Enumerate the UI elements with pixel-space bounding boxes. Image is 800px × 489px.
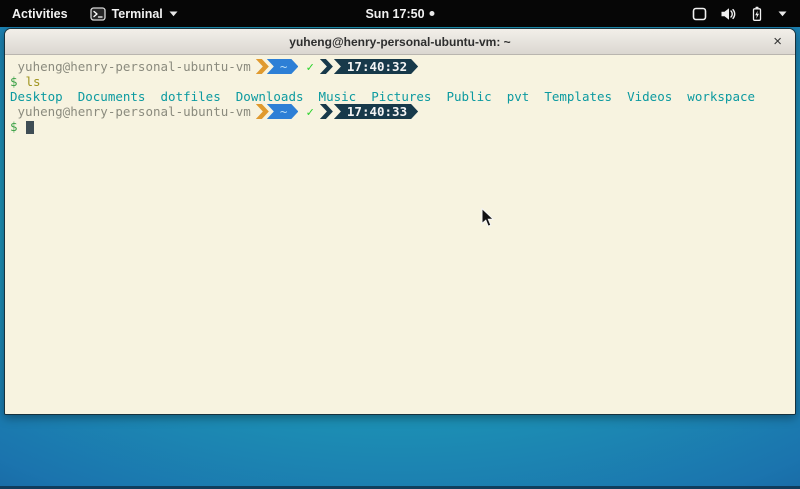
powerline-arrow-icon: [256, 59, 269, 74]
chevron-down-icon: [169, 11, 178, 17]
display-icon: [692, 7, 707, 21]
status-check-icon: ✓: [306, 104, 314, 119]
activities-button[interactable]: Activities: [0, 0, 80, 27]
prompt-line: yuheng@henry-personal-ubuntu-vm ~ ✓ 17:4…: [10, 104, 790, 119]
powerline-arrow-icon: [256, 104, 269, 119]
command-text: ls: [26, 74, 41, 89]
system-menu[interactable]: [679, 0, 800, 27]
titlebar[interactable]: yuheng@henry-personal-ubuntu-vm: ~ ×: [5, 29, 795, 55]
prompt-line: yuheng@henry-personal-ubuntu-vm ~ ✓ 17:4…: [10, 59, 790, 74]
powerline-arrow-icon: [320, 104, 333, 119]
input-line[interactable]: $: [10, 119, 790, 134]
chevron-down-icon: [778, 11, 787, 17]
terminal-cursor: [26, 121, 34, 134]
prompt-time-badge: 17:40:32: [334, 59, 418, 74]
app-menu-label: Terminal: [112, 7, 163, 21]
powerline-arrow-icon: [320, 59, 333, 74]
command-line: $ ls: [10, 74, 790, 89]
top-bar: Activities Terminal Sun 17:50: [0, 0, 800, 27]
close-button[interactable]: ×: [773, 33, 782, 48]
prompt-user: yuheng@henry-personal-ubuntu-vm: [10, 104, 251, 119]
terminal-window: yuheng@henry-personal-ubuntu-vm: ~ × yuh…: [4, 28, 796, 415]
clock-menu[interactable]: Sun 17:50: [365, 0, 434, 27]
battery-charging-icon: [749, 6, 765, 22]
prompt-cwd-badge: ~: [267, 104, 299, 119]
prompt-symbol: $: [10, 74, 18, 89]
volume-icon: [720, 7, 736, 21]
prompt-symbol: $: [10, 119, 18, 134]
clock-label: Sun 17:50: [365, 7, 424, 21]
status-check-icon: ✓: [306, 59, 314, 74]
ls-output: Desktop Documents dotfiles Downloads Mus…: [10, 89, 790, 104]
prompt-cwd-badge: ~: [267, 59, 299, 74]
notification-dot-icon: [430, 11, 435, 16]
prompt-time-badge: 17:40:33: [334, 104, 418, 119]
app-menu[interactable]: Terminal: [80, 0, 188, 27]
terminal-icon: [90, 7, 106, 21]
prompt-user: yuheng@henry-personal-ubuntu-vm: [10, 59, 251, 74]
window-title: yuheng@henry-personal-ubuntu-vm: ~: [289, 35, 510, 49]
terminal-content[interactable]: yuheng@henry-personal-ubuntu-vm ~ ✓ 17:4…: [5, 55, 795, 414]
